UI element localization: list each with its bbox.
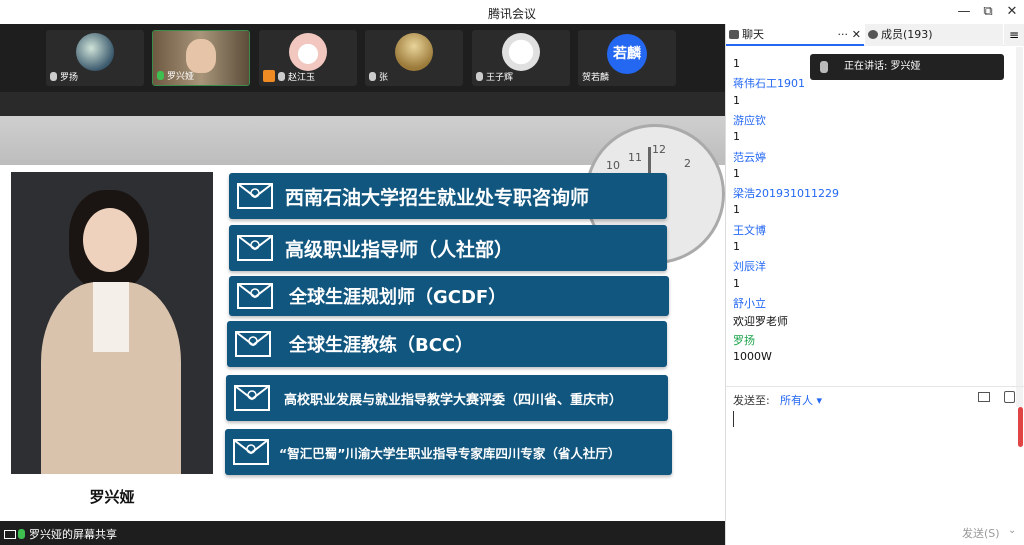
mic-icon — [278, 72, 285, 81]
panel-tabs: 聊天 ··· ✕ 成员(193) ≡ — [726, 24, 1024, 46]
screen-share-icon — [4, 530, 16, 539]
participant-tile[interactable]: 若麟 贺若麟 — [578, 30, 676, 86]
credential-text: 高级职业指导师（人社部） — [285, 238, 514, 261]
mic-icon — [50, 72, 57, 81]
chat-message-text: 1 — [733, 240, 740, 253]
credential-banner: 全球生涯教练（BCC） — [227, 321, 667, 367]
email-icon — [237, 283, 273, 309]
avatar — [395, 33, 433, 71]
send-button[interactable]: 发送(S) — [962, 525, 1000, 541]
participant-tile[interactable]: 赵江玉 — [259, 30, 357, 86]
shared-screen: 11 12 2 10 罗兴娅 西南石油大学招生就业处专职咨询师 高级职业指导师（… — [0, 116, 725, 521]
email-icon — [233, 439, 269, 465]
avatar — [502, 33, 540, 71]
chat-scrollbar[interactable] — [1016, 47, 1023, 407]
participant-name: 王子辉 — [486, 73, 514, 83]
panel-menu-button[interactable]: ≡ — [1004, 24, 1024, 46]
chat-sender-name: 罗扬 — [733, 333, 755, 347]
participant-tile[interactable]: 王子辉 — [472, 30, 570, 86]
tab-chat-label: 聊天 — [742, 28, 764, 41]
chat-compose: 发送至: 所有人 ▾ 发送(S) ⌄ — [726, 386, 1024, 545]
toolbar-spacer — [0, 92, 725, 116]
chat-sender-name: 梁浩201931011229 — [733, 187, 839, 201]
tab-chat[interactable]: 聊天 ··· ✕ — [726, 24, 864, 46]
maximize-button[interactable]: ⧉ — [978, 3, 998, 21]
screenshot-icon[interactable] — [1004, 391, 1015, 403]
chat-sender-name: 王文博 — [733, 223, 766, 237]
input-scrollbar[interactable] — [1018, 407, 1023, 447]
send-to-dropdown[interactable]: 所有人 ▾ — [780, 392, 822, 408]
meeting-window: 腾讯会议 — ⧉ ✕ 罗扬 罗兴娅 赵江玉 张 王子辉 若麟 贺若麟 11 12… — [0, 0, 1024, 545]
chat-message-text: 1 — [733, 130, 740, 144]
participant-name: 罗兴娅 — [167, 72, 195, 82]
credential-banner: “智汇巴蜀”川渝大学生职业指导专家库四川专家（省人社厅） — [225, 429, 672, 475]
participant-name: 罗扬 — [60, 73, 79, 83]
chat-sender-name: 刘辰洋 — [733, 260, 766, 274]
participant-name: 张 — [379, 73, 389, 83]
chat-message-text: 1 — [733, 203, 740, 217]
send-options-icon[interactable]: ⌄ — [1008, 525, 1016, 536]
chat-sender-name: 范云婷 — [733, 150, 766, 164]
credential-text: 高校职业发展与就业指导教学大赛评委（四川省、重庆市） — [284, 392, 623, 408]
speaking-indicator: 正在讲话: 罗兴娅 — [810, 54, 1004, 80]
credential-text: 全球生涯规划师（GCDF） — [289, 287, 507, 308]
participant-tile[interactable]: 张 — [365, 30, 463, 86]
chat-sender-name: 蒋伟石工1901 — [733, 77, 805, 91]
credential-text: 全球生涯教练（BCC） — [289, 335, 474, 356]
speaker-mic-icon — [820, 61, 828, 73]
avatar-badge: 若麟 — [607, 34, 647, 74]
host-icon — [263, 70, 275, 82]
credential-banner: 西南石油大学招生就业处专职咨询师 — [229, 173, 667, 219]
chat-message-text: 1 — [733, 276, 740, 290]
participant-tile[interactable]: 罗扬 — [46, 30, 144, 86]
participant-name: 贺若麟 — [582, 73, 610, 83]
speaker-name: 罗兴娅 — [89, 488, 135, 506]
participant-name: 赵江玉 — [288, 73, 316, 83]
mic-icon — [369, 72, 376, 81]
file-icon[interactable] — [978, 392, 990, 402]
speaking-text: 正在讲话: 罗兴娅 — [844, 61, 921, 72]
speaker-photo — [11, 172, 213, 474]
chat-message-text: 1000W — [733, 349, 772, 363]
email-icon — [237, 183, 273, 209]
credential-text: 西南石油大学招生就业处专职咨询师 — [285, 186, 590, 209]
mic-icon — [476, 72, 483, 81]
email-icon — [237, 235, 273, 261]
more-options-button[interactable]: ··· — [838, 24, 849, 46]
members-icon — [868, 30, 878, 39]
avatar — [76, 33, 114, 71]
chat-message-list: 1 蒋伟石工1901 1 游应钦 1 范云婷 1 梁浩201931011229 1 王文博 1 刘辰洋… — [726, 47, 1024, 407]
mic-active-icon — [157, 71, 164, 80]
email-icon — [234, 385, 270, 411]
title-bar: 腾讯会议 — ⧉ ✕ — [0, 0, 1024, 24]
email-icon — [235, 331, 271, 357]
tab-members-label: 成员(193) — [881, 28, 933, 41]
close-window-button[interactable]: ✕ — [1002, 3, 1022, 21]
mic-active-icon — [18, 529, 25, 539]
tab-members[interactable]: 成员(193) — [865, 24, 1003, 46]
participant-video-strip: 罗扬 罗兴娅 赵江玉 张 王子辉 若麟 贺若麟 — [0, 24, 725, 92]
credential-text: “智汇巴蜀”川渝大学生职业指导专家库四川专家（省人社厅） — [279, 445, 621, 461]
screen-share-label: 罗兴娅的屏幕共享 — [29, 528, 117, 541]
chat-panel: 聊天 ··· ✕ 成员(193) ≡ 1 蒋伟石工1901 1 游应钦 1 范云婷 1 梁浩2… — [725, 24, 1024, 545]
screen-share-bar: 罗兴娅的屏幕共享 — [0, 521, 725, 545]
participant-tile[interactable]: 罗兴娅 — [152, 30, 250, 86]
window-title: 腾讯会议 — [487, 7, 536, 21]
chat-message-text: 1 — [733, 166, 740, 180]
avatar — [289, 33, 327, 71]
credential-banner: 全球生涯规划师（GCDF） — [229, 276, 669, 316]
avatar — [186, 39, 216, 73]
chat-message-text: 1 — [733, 93, 740, 107]
close-tab-button[interactable]: ✕ — [852, 24, 861, 46]
credential-banner: 高级职业指导师（人社部） — [229, 225, 667, 271]
minimize-button[interactable]: — — [954, 3, 974, 21]
chat-message-text: 1 — [733, 57, 740, 70]
credential-banner: 高校职业发展与就业指导教学大赛评委（四川省、重庆市） — [226, 375, 668, 421]
chat-input[interactable] — [733, 411, 734, 427]
chat-sender-name: 游应钦 — [733, 113, 766, 127]
chat-message-text: 欢迎罗老师 — [733, 315, 788, 329]
send-to-label: 发送至: — [733, 394, 770, 407]
chat-sender-name: 舒小立 — [733, 296, 766, 310]
chat-icon — [729, 30, 739, 39]
